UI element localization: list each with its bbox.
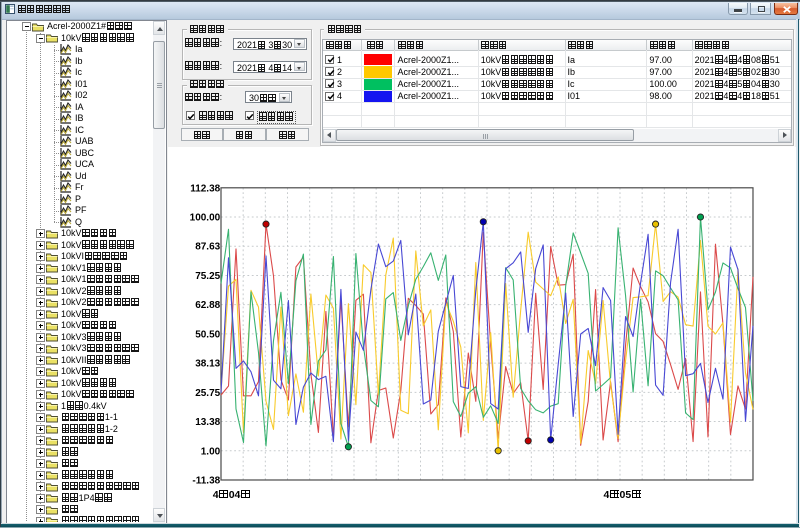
svg-text:100.00: 100.00 [189,212,220,223]
svg-text:62.88: 62.88 [195,300,220,311]
svg-text:-11.38: -11.38 [192,475,220,486]
svg-text:13.38: 13.38 [195,417,220,428]
svg-text:87.63: 87.63 [195,241,220,252]
svg-text:1.00: 1.00 [200,446,220,457]
svg-text:25.75: 25.75 [195,387,220,398]
svg-text:75.25: 75.25 [195,270,220,281]
svg-text:50.50: 50.50 [195,329,220,340]
svg-text:112.38: 112.38 [190,183,220,194]
svg-text:38.13: 38.13 [195,358,220,369]
